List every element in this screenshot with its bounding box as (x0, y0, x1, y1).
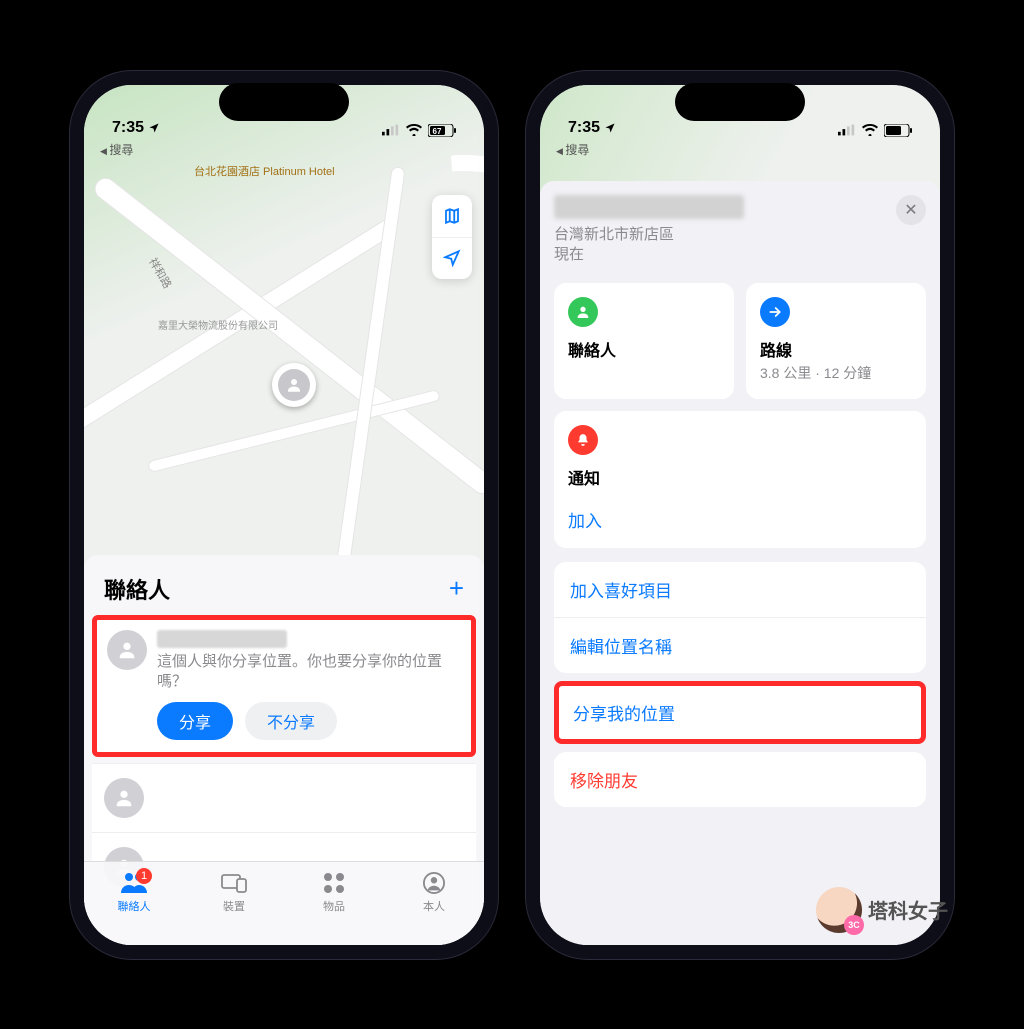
contact-card[interactable]: 聯絡人 (554, 283, 734, 399)
contact-icon (568, 297, 598, 327)
dont-share-button[interactable]: 不分享 (245, 702, 337, 740)
status-time: 7:35 (568, 119, 600, 137)
battery-icon: 67 (428, 124, 456, 137)
person-row[interactable]: 這個人與你分享位置。你也要分享你的位置嗎？ (107, 630, 461, 693)
location-services-icon (148, 122, 160, 134)
redacted-name (554, 195, 744, 219)
wifi-icon (862, 124, 878, 136)
map-controls (432, 195, 472, 279)
bell-icon (568, 425, 598, 455)
battery-icon (884, 124, 912, 137)
phone-frame-right: 7:35 搜尋 ✕ 台灣新北市新店區 現在 (526, 71, 954, 959)
watermark-avatar-icon (816, 887, 862, 933)
phone-frame-left: 台北花園酒店 Platinum Hotel 祥和路 嘉里大榮物流股份有限公司 (70, 71, 498, 959)
back-to-search-link[interactable]: 搜尋 (100, 141, 133, 158)
watermark-text: 塔科女子 (868, 895, 948, 924)
actions-list-1: 加入喜好項目 編輯位置名稱 (554, 562, 926, 673)
list-item[interactable] (92, 763, 476, 832)
sheet-title: 聯絡人 (104, 573, 170, 605)
directions-icon (760, 297, 790, 327)
share-my-location-highlight: 分享我的位置 (554, 681, 926, 744)
avatar-icon (107, 630, 147, 670)
items-icon (284, 870, 384, 896)
add-favorite-button[interactable]: 加入喜好項目 (554, 562, 926, 617)
close-button[interactable]: ✕ (896, 195, 926, 225)
location-text: 台灣新北市新店區 (554, 225, 926, 245)
redacted-name (157, 630, 287, 648)
people-icon (84, 870, 184, 896)
locate-me-button[interactable] (432, 237, 472, 279)
tab-devices[interactable]: 裝置 (184, 870, 284, 945)
watermark: 塔科女子 (816, 887, 948, 933)
tab-label: 本人 (384, 898, 484, 914)
screen-left: 台北花園酒店 Platinum Hotel 祥和路 嘉里大榮物流股份有限公司 (84, 85, 484, 945)
share-my-location-button[interactable]: 分享我的位置 (559, 686, 921, 739)
actions-list-2: 移除朋友 (554, 752, 926, 807)
devices-icon (184, 870, 284, 896)
add-notification-button[interactable]: 加入 (568, 507, 912, 532)
card-title: 聯絡人 (568, 337, 720, 361)
tab-label: 裝置 (184, 898, 284, 914)
status-time: 7:35 (112, 119, 144, 137)
card-title: 通知 (568, 465, 912, 489)
me-icon (384, 870, 484, 896)
dynamic-island (675, 83, 805, 121)
avatar-icon (104, 778, 144, 818)
map-company-label: 嘉里大榮物流股份有限公司 (158, 317, 278, 332)
share-button[interactable]: 分享 (157, 702, 233, 740)
share-prompt-text: 這個人與你分享位置。你也要分享你的位置嗎？ (157, 652, 461, 693)
tab-me[interactable]: 本人 (384, 870, 484, 945)
dynamic-island (219, 83, 349, 121)
svg-text:67: 67 (433, 127, 442, 136)
cellular-icon (838, 124, 856, 136)
share-request-highlight: 這個人與你分享位置。你也要分享你的位置嗎？ 分享 不分享 (92, 615, 476, 758)
add-person-button[interactable]: + (449, 573, 464, 604)
tab-badge: 1 (136, 868, 152, 884)
remove-friend-button[interactable]: 移除朋友 (554, 752, 926, 807)
tab-items[interactable]: 物品 (284, 870, 384, 945)
directions-card[interactable]: 路線 3.8 公里 · 12 分鐘 (746, 283, 926, 399)
location-services-icon (604, 122, 616, 134)
person-detail-sheet: ✕ 台灣新北市新店區 現在 聯絡人 路線 (540, 181, 940, 945)
back-to-search-link[interactable]: 搜尋 (556, 141, 589, 158)
cellular-icon (382, 124, 400, 136)
screen-right: 7:35 搜尋 ✕ 台灣新北市新店區 現在 (540, 85, 940, 945)
map-poi-label: 台北花園酒店 Platinum Hotel (194, 163, 335, 179)
card-subtitle: 3.8 公里 · 12 分鐘 (760, 363, 912, 383)
map-street-label: 祥和路 (145, 254, 175, 291)
tab-bar: 1 聯絡人 裝置 物品 (84, 861, 484, 945)
tab-label: 物品 (284, 898, 384, 914)
card-title: 路線 (760, 337, 912, 361)
tab-label: 聯絡人 (84, 898, 184, 914)
notifications-card: 通知 加入 (554, 411, 926, 548)
map-person-pin[interactable] (272, 363, 316, 407)
tab-people[interactable]: 1 聯絡人 (84, 870, 184, 945)
map-mode-button[interactable] (432, 195, 472, 237)
edit-location-name-button[interactable]: 編輯位置名稱 (554, 617, 926, 673)
timestamp-text: 現在 (554, 245, 926, 265)
wifi-icon (406, 124, 422, 136)
